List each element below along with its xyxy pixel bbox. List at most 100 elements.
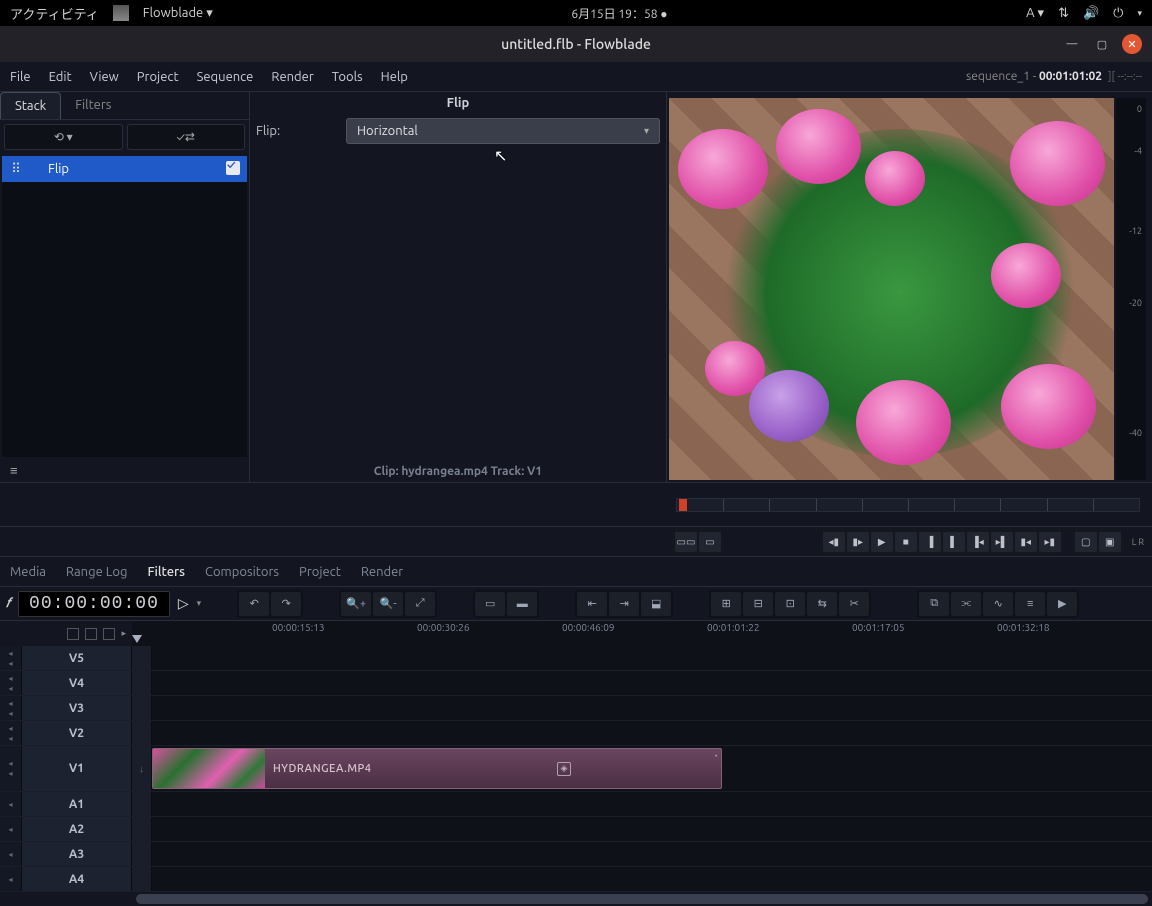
mark-out-button[interactable]: ▌ xyxy=(943,532,965,552)
mark-in-button[interactable]: ▐ xyxy=(919,532,941,552)
track-controls[interactable]: ◂ xyxy=(0,817,22,841)
timeline-menu-icon[interactable]: 𝑓 xyxy=(6,596,10,611)
track-expand[interactable] xyxy=(132,696,152,720)
track-body[interactable] xyxy=(152,817,1152,841)
network-icon[interactable]: ⇅ xyxy=(1058,6,1069,21)
track-header[interactable]: A2 xyxy=(22,817,132,841)
goto-start-button[interactable]: ▮◂ xyxy=(1015,532,1037,552)
resync-button[interactable]: ⇆ xyxy=(807,592,837,616)
stop-button[interactable]: ■ xyxy=(895,532,917,552)
track-expand[interactable] xyxy=(132,646,152,670)
track-body[interactable] xyxy=(152,671,1152,695)
preview-monitor[interactable] xyxy=(669,98,1114,480)
view-mode-trim-button[interactable]: ▭ xyxy=(699,532,721,552)
reset-filter-button[interactable]: ⟲ ▾ xyxy=(4,124,123,150)
track-controls[interactable]: ◂ xyxy=(0,842,22,866)
zoom-in-button[interactable]: 🔍+ xyxy=(341,592,371,616)
track-body[interactable] xyxy=(152,721,1152,745)
preview-scrub-bar[interactable] xyxy=(676,498,1140,512)
goto-end-button[interactable]: ▸▮ xyxy=(1039,532,1061,552)
track-body[interactable]: HYDRANGEA.MP4 ◈ ◔ xyxy=(152,746,1152,791)
view-mode-clip-button[interactable]: ▭▭ xyxy=(675,532,697,552)
track-controls[interactable]: ◂◂ xyxy=(0,721,22,745)
system-menu-chevron-icon[interactable]: ▾ xyxy=(1137,8,1142,19)
clock[interactable]: 6月15日 19：58 ● xyxy=(213,5,1026,22)
bottom-tab-project[interactable]: Project xyxy=(299,565,341,579)
timeline-horizontal-scrollbar[interactable] xyxy=(0,892,1152,906)
playhead-marker[interactable] xyxy=(132,635,142,643)
bottom-tab-compositors[interactable]: Compositors xyxy=(205,565,279,579)
input-method-indicator[interactable]: A ▾ xyxy=(1026,6,1044,21)
menu-edit[interactable]: Edit xyxy=(49,70,72,84)
prev-frame-button[interactable]: ◂▮ xyxy=(823,532,845,552)
track-body[interactable] xyxy=(152,842,1152,866)
track-view-large-icon[interactable] xyxy=(103,628,115,640)
track-controls[interactable]: ◂◂ xyxy=(0,646,22,670)
track-header[interactable]: V5 xyxy=(22,646,132,670)
timecode-display[interactable]: 00:00:00:00 xyxy=(18,591,170,617)
zoom-out-button[interactable]: 🔍- xyxy=(373,592,403,616)
track-expand[interactable] xyxy=(132,842,152,866)
activities-button[interactable]: アクティビティ xyxy=(10,4,99,23)
stack-menu-button[interactable]: ≡ xyxy=(0,459,249,482)
menu-tools[interactable]: Tools xyxy=(332,70,363,84)
mixer-button[interactable]: ≡ xyxy=(1015,592,1045,616)
maximize-button[interactable]: ▢ xyxy=(1092,34,1112,54)
stack-item-enable-checkbox[interactable] xyxy=(219,161,247,178)
track-expand[interactable]: ↓ xyxy=(132,746,152,791)
next-frame-button[interactable]: ▮▸ xyxy=(847,532,869,552)
play-button[interactable]: ▶ xyxy=(871,532,893,552)
track-controls[interactable]: ◂ xyxy=(0,867,22,891)
snap-button[interactable]: ⧉ xyxy=(919,592,949,616)
ripple-button[interactable]: ⊞ xyxy=(711,592,741,616)
timeline-clip-hydrangea[interactable]: HYDRANGEA.MP4 ◈ ◔ xyxy=(152,748,722,789)
bottom-tab-filters[interactable]: Filters xyxy=(147,565,185,579)
menu-render[interactable]: Render xyxy=(271,70,313,84)
track-header[interactable]: V2 xyxy=(22,721,132,745)
timeline-ruler[interactable]: 00:00:15:13 00:00:30:26 00:00:46:09 00:0… xyxy=(132,621,1152,646)
track-header[interactable]: V1 xyxy=(22,746,132,791)
layout-button-1[interactable]: ▢ xyxy=(1075,532,1097,552)
ruler-chevron-icon[interactable]: ▸ xyxy=(121,628,126,639)
track-body[interactable] xyxy=(152,646,1152,670)
track-header[interactable]: A4 xyxy=(22,867,132,891)
track-controls[interactable]: ◂ xyxy=(0,792,22,816)
zoom-fit-button[interactable]: ⤢ xyxy=(405,592,435,616)
cut-button[interactable]: ▭ xyxy=(475,592,505,616)
tab-stack[interactable]: Stack xyxy=(0,92,61,119)
pointer-tool-button[interactable]: ▷ xyxy=(178,595,189,612)
power-icon[interactable]: ⏻ xyxy=(1113,6,1123,21)
menu-project[interactable]: Project xyxy=(137,70,179,84)
bottom-tab-rangelog[interactable]: Range Log xyxy=(66,565,128,579)
goto-in-button[interactable]: ▐◂ xyxy=(967,532,989,552)
layout-button-2[interactable]: ▣ xyxy=(1099,532,1121,552)
track-header[interactable]: A3 xyxy=(22,842,132,866)
track-header[interactable]: V4 xyxy=(22,671,132,695)
stack-item-flip[interactable]: ⠿ Flip xyxy=(2,156,247,182)
track-expand[interactable] xyxy=(132,792,152,816)
tab-filters[interactable]: Filters xyxy=(61,92,125,119)
track-expand[interactable] xyxy=(132,817,152,841)
track-expand[interactable] xyxy=(132,721,152,745)
close-button[interactable]: ✕ xyxy=(1122,34,1142,54)
undo-button[interactable]: ↶ xyxy=(239,592,269,616)
track-body[interactable] xyxy=(152,792,1152,816)
overwrite-button[interactable]: ⬓ xyxy=(641,592,671,616)
link-button[interactable]: ⫘ xyxy=(951,592,981,616)
track-expand[interactable] xyxy=(132,671,152,695)
flip-direction-select[interactable]: Horizontal xyxy=(346,118,660,144)
track-controls[interactable]: ◂◂ xyxy=(0,746,22,791)
app-menu-button[interactable]: Flowblade ▾ xyxy=(143,6,213,21)
filter-stack-list[interactable]: ⠿ Flip xyxy=(2,156,247,457)
extract-button[interactable]: ⊡ xyxy=(775,592,805,616)
toggle-all-button[interactable]: ✓⇄ xyxy=(127,124,246,150)
track-controls[interactable]: ◂◂ xyxy=(0,671,22,695)
redo-button[interactable]: ↷ xyxy=(271,592,301,616)
track-body[interactable] xyxy=(152,696,1152,720)
track-view-small-icon[interactable] xyxy=(67,628,79,640)
track-header[interactable]: V3 xyxy=(22,696,132,720)
menu-sequence[interactable]: Sequence xyxy=(197,70,254,84)
minimize-button[interactable]: — xyxy=(1062,34,1082,54)
track-view-med-icon[interactable] xyxy=(85,628,97,640)
split-button[interactable]: ✂ xyxy=(839,592,869,616)
